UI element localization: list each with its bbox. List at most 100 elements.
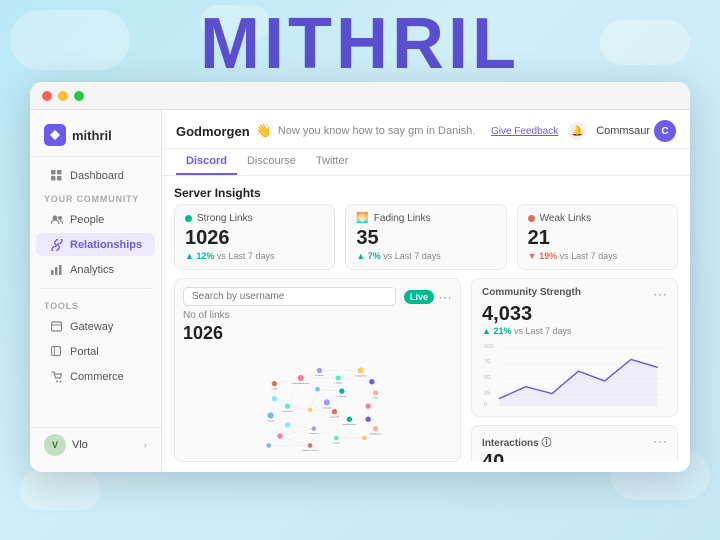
grid-icon (50, 169, 63, 182)
sidebar-item-portal[interactable]: Portal (36, 340, 155, 363)
strong-links-label: Strong Links (185, 213, 324, 224)
sidebar-item-relationships[interactable]: Relationships (36, 233, 155, 256)
sidebar-item-dashboard[interactable]: Dashboard (36, 164, 155, 187)
notification-icon[interactable]: 🔔 (568, 122, 586, 140)
sidebar-item-label: Portal (70, 346, 99, 358)
fading-links-label: 🌅 Fading Links (356, 213, 495, 224)
sidebar-item-label: Commerce (70, 371, 124, 383)
svg-text:volkman.michele: volkman.michele (302, 450, 318, 452)
weak-links-change: ▼ 19% vs Last 7 days (528, 251, 667, 261)
metric-weak-links: Weak Links 21 ▼ 19% vs Last 7 days (517, 204, 678, 270)
svg-text:J. Bar: J. Bar (373, 397, 379, 400)
interactions-title: Interactions ⓘ (482, 434, 551, 449)
graph-panel: Live ⋯ No of links 1026 H. Barnetibrahim… (174, 278, 461, 462)
user-avatar-small: V (44, 434, 66, 456)
minimize-dot[interactable] (58, 91, 68, 101)
community-strength-change: ▲ 21% vs Last 7 days (482, 326, 667, 336)
weak-dot (528, 215, 535, 222)
user-badge[interactable]: Commsaur C (596, 120, 676, 142)
bar-chart-icon (50, 263, 63, 276)
sidebar-item-label: Gateway (70, 321, 113, 333)
logo-icon (44, 124, 66, 146)
maximize-dot[interactable] (74, 91, 84, 101)
svg-text:25: 25 (484, 391, 490, 397)
content-area: Server Insights Strong Links 1026 ▲ 12% … (162, 176, 690, 472)
sidebar-footer-expand[interactable]: › (144, 440, 147, 451)
server-insights-section: Server Insights Strong Links 1026 ▲ 12% … (174, 186, 678, 270)
search-input[interactable] (183, 287, 396, 306)
svg-text:J. Bayiss: J. Bayiss (334, 383, 342, 385)
sidebar-item-analytics[interactable]: Analytics (36, 258, 155, 281)
user-avatar: C (654, 120, 676, 142)
header-right: Give Feedback 🔔 Commsaur C (491, 120, 676, 142)
sidebar-item-label: Analytics (70, 264, 114, 276)
tools-section-label: TOOLS (30, 295, 161, 314)
community-strength-value: 4,033 (482, 303, 667, 326)
fading-links-change: ▲ 7% vs Last 7 days (356, 251, 495, 261)
tab-discord[interactable]: Discord (176, 149, 237, 175)
big-title: MITHRIL (200, 8, 520, 80)
svg-text:MarkMarson: MarkMarson (370, 432, 381, 435)
main-content: Godmorgen 👋 Now you know how to say gm i… (162, 110, 690, 472)
svg-text:R. Baynham: R. Baynham (355, 376, 367, 378)
tab-discourse[interactable]: Discourse (237, 149, 306, 175)
svg-text:sunk8: sunk8 (272, 388, 278, 390)
no-links-label: No of links (183, 310, 452, 321)
sidebar-item-commerce[interactable]: Commerce (36, 365, 155, 388)
header-greeting: Godmorgen 👋 Now you know how to say gm i… (176, 123, 475, 139)
link-icon (50, 238, 63, 251)
people-icon (50, 213, 63, 226)
interactions-header: Interactions ⓘ ⋯ (482, 434, 667, 449)
svg-text:E. Barrett: E. Barrett (338, 395, 347, 398)
svg-text:75: 75 (484, 359, 490, 365)
greeting-emoji: 👋 (256, 123, 272, 139)
network-graph: H. Barnetibrahim AmoussouJ. BayissR. Bay… (183, 348, 452, 453)
portal-icon (50, 345, 63, 358)
sidebar-footer: V Vlo › (30, 427, 161, 462)
user-name: Commsaur (596, 125, 650, 137)
sidebar-item-label: Relationships (70, 239, 142, 251)
svg-text:purdy.suzanne: purdy.suzanne (343, 423, 357, 426)
sidebar-item-people[interactable]: People (36, 208, 155, 231)
titlebar (30, 82, 690, 110)
community-strength-menu[interactable]: ⋯ (653, 287, 667, 301)
server-insights-title: Server Insights (174, 186, 678, 200)
svg-text:simon51: simon51 (267, 421, 276, 423)
sidebar-item-gateway[interactable]: Gateway (36, 315, 155, 338)
sidebar-item-label: Dashboard (70, 170, 124, 182)
close-dot[interactable] (42, 91, 52, 101)
svg-text:0: 0 (484, 402, 488, 408)
graph-toolbar: Live ⋯ (183, 287, 452, 306)
interactions-menu[interactable]: ⋯ (653, 434, 667, 448)
graph-menu-button[interactable]: ⋯ (438, 290, 452, 304)
commerce-icon (50, 370, 63, 383)
svg-text:harry04: harry04 (333, 441, 341, 444)
header: Godmorgen 👋 Now you know how to say gm i… (162, 110, 690, 149)
fading-links-value: 35 (356, 227, 495, 250)
sidebar-item-label: People (70, 214, 104, 226)
community-section-label: YOUR COMMUNITY (30, 188, 161, 207)
metric-fading-links: 🌅 Fading Links 35 ▲ 7% vs Last 7 days (345, 204, 506, 270)
svg-text:sleeperik: sleeperik (310, 432, 319, 435)
greeting-text: Godmorgen (176, 124, 250, 139)
sidebar: mithril Dashboard YOUR COMMUNITY (30, 110, 162, 472)
community-strength-title: Community Strength (482, 287, 581, 298)
right-panel: Community Strength ⋯ 4,033 ▲ 21% vs Last… (471, 278, 678, 462)
svg-text:100: 100 (484, 344, 494, 350)
community-strength-header: Community Strength ⋯ (482, 287, 667, 301)
metrics-row: Strong Links 1026 ▲ 12% vs Last 7 days 🌅 (174, 204, 678, 270)
svg-text:teamjorge: teamjorge (322, 406, 332, 409)
tabs: Discord Discourse Twitter (162, 149, 690, 176)
metric-strong-links: Strong Links 1026 ▲ 12% vs Last 7 days (174, 204, 335, 270)
svg-text:mbashirian: mbashirian (283, 410, 293, 413)
tab-twitter[interactable]: Twitter (306, 149, 358, 175)
sidebar-logo: mithril (30, 120, 161, 157)
feedback-link[interactable]: Give Feedback (491, 126, 558, 137)
svg-text:H. Barnet: H. Barnet (315, 374, 324, 377)
interactions-card: Interactions ⓘ ⋯ 40 ▲ 21% vs Last 7 days… (471, 425, 678, 462)
community-strength-card: Community Strength ⋯ 4,033 ▲ 21% vs Last… (471, 278, 678, 417)
sidebar-divider (40, 288, 151, 289)
strong-dot (185, 215, 192, 222)
svg-text:pauhai234: pauhai234 (330, 416, 340, 418)
community-strength-chart: 100 75 50 25 0 (482, 340, 667, 408)
